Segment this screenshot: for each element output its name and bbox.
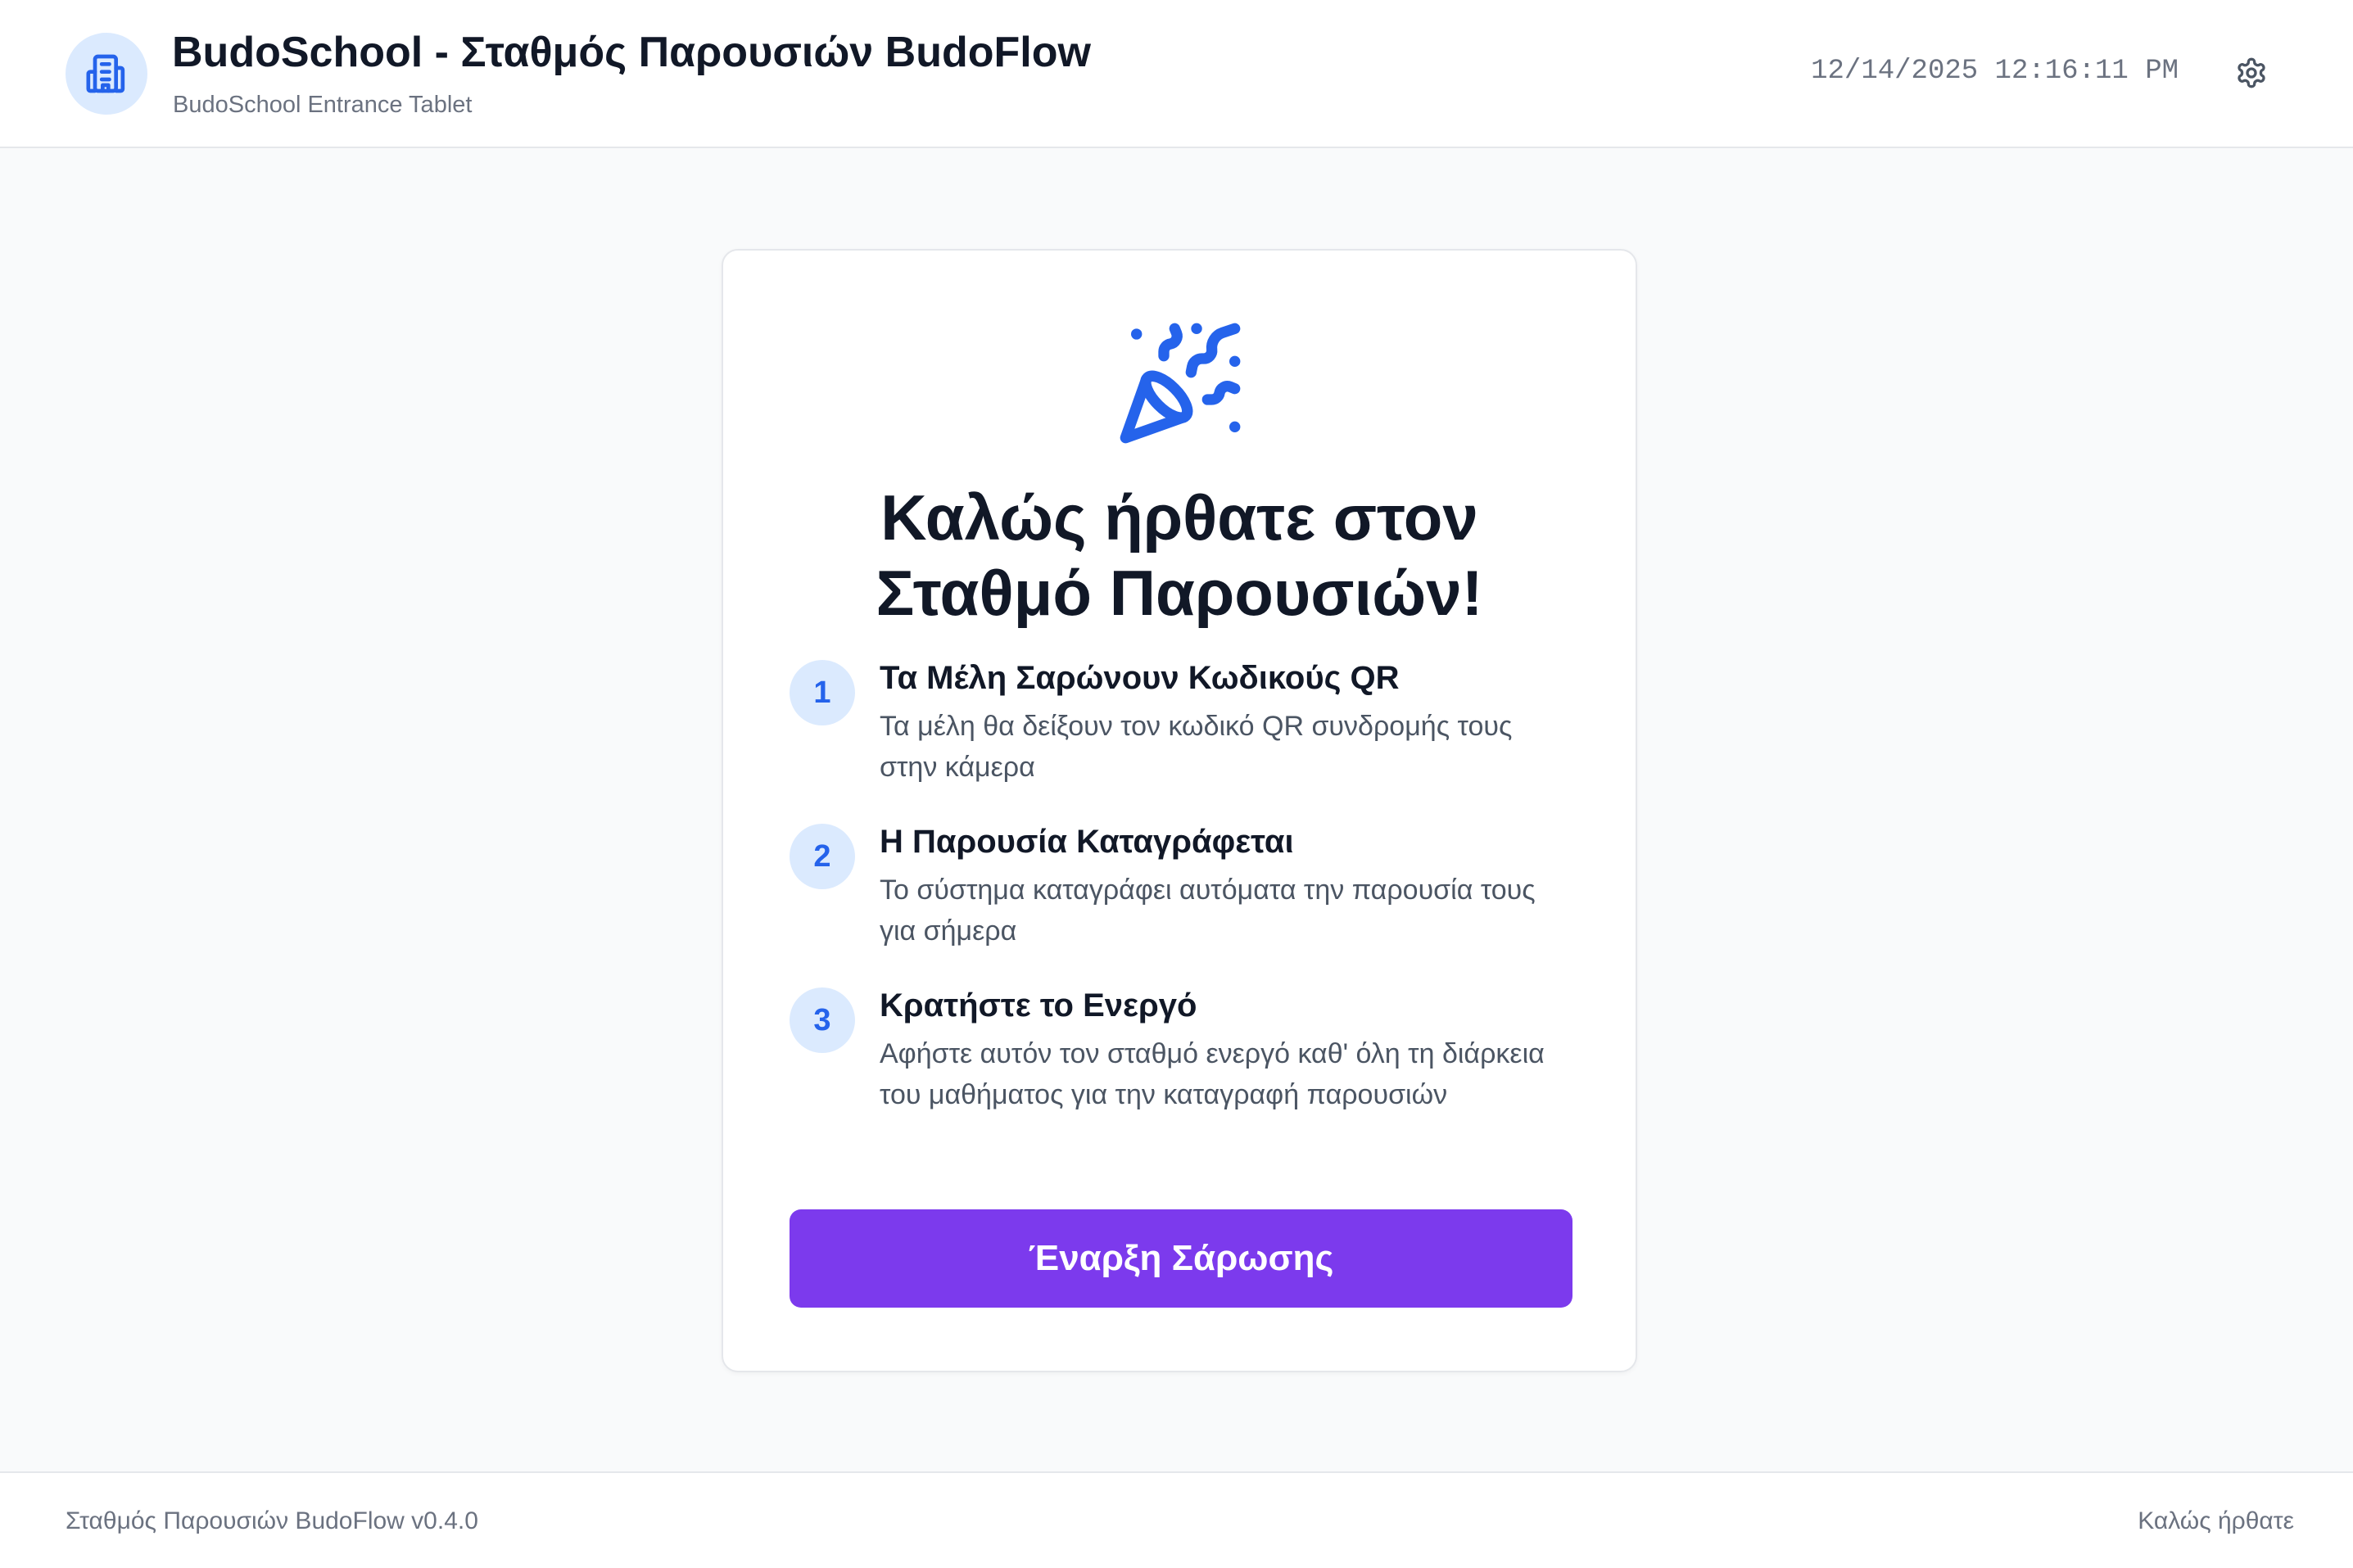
- welcome-heading-line2: Σταθμό Παρουσιών!: [876, 557, 1483, 629]
- welcome-card: Καλώς ήρθατε στον Σταθμό Παρουσιών! 1 Τα…: [722, 249, 1637, 1372]
- logo-badge: [66, 33, 147, 115]
- device-name: BudoSchool Entrance Tablet: [173, 92, 473, 118]
- step-item-2: 2 Η Παρουσία Καταγράφεται Το σύστημα κατ…: [790, 824, 1576, 955]
- party-popper-icon: [1120, 323, 1241, 444]
- step-title: Τα Μέλη Σαρώνουν Κωδικούς QR: [880, 660, 1400, 696]
- status-text: Καλώς ήρθατε: [2138, 1507, 2294, 1534]
- app-footer: Σταθμός Παρουσιών BudoFlow v0.4.0 Καλώς …: [0, 1471, 2353, 1568]
- settings-button[interactable]: [2233, 54, 2270, 92]
- step-item-3: 3 Κρατήστε το Ενεργό Αφήστε αυτόν τον στ…: [790, 987, 1576, 1159]
- welcome-heading: Καλώς ήρθατε στον Σταθμό Παρουσιών!: [723, 480, 1636, 630]
- step-description: Αφήστε αυτόν τον σταθμό ενεργό καθ' όλη …: [880, 1038, 1545, 1110]
- app-version: Σταθμός Παρουσιών BudoFlow v0.4.0: [66, 1507, 478, 1534]
- step-number-badge: 1: [790, 660, 855, 725]
- datetime-display: 12/14/2025 12:16:11 PM: [1811, 56, 2179, 87]
- step-item-1: 1 Τα Μέλη Σαρώνουν Κωδικούς QR Τα μέλη θ…: [790, 660, 1576, 791]
- welcome-heading-line1: Καλώς ήρθατε στον: [880, 481, 1478, 554]
- step-description: Τα μέλη θα δείξουν τον κωδικό QR συνδρομ…: [880, 711, 1513, 783]
- step-number-badge: 3: [790, 987, 855, 1053]
- start-scanning-button[interactable]: Έναρξη Σάρωσης: [790, 1209, 1572, 1308]
- building-icon: [86, 54, 125, 93]
- step-number-badge: 2: [790, 824, 855, 889]
- step-description: Το σύστημα καταγράφει αυτόματα την παρου…: [880, 874, 1536, 947]
- app-header: BudoSchool - Σταθμός Παρουσιών BudoFlow …: [0, 0, 2353, 148]
- step-title: Η Παρουσία Καταγράφεται: [880, 824, 1294, 860]
- step-title: Κρατήστε το Ενεργό: [880, 987, 1197, 1023]
- attendance-station-app: BudoSchool - Σταθμός Παρουσιών BudoFlow …: [0, 0, 2353, 1568]
- page-title: BudoSchool - Σταθμός Παρουσιών BudoFlow: [172, 29, 1091, 76]
- gear-icon: [2238, 57, 2265, 88]
